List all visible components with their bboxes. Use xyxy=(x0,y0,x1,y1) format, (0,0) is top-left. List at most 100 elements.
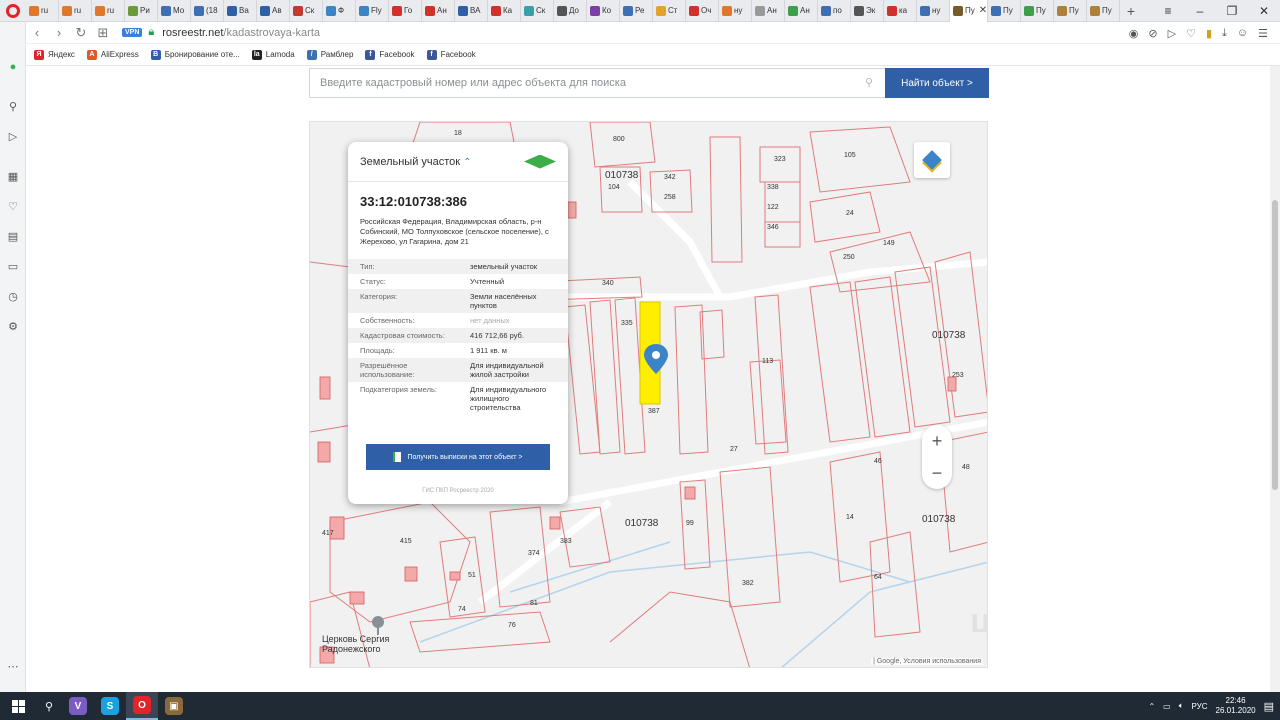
taskbar-app[interactable]: S xyxy=(94,692,126,720)
back-icon[interactable]: ‹ xyxy=(26,25,48,40)
browser-tab[interactable]: по xyxy=(818,0,851,22)
browser-tab[interactable]: ВА xyxy=(455,0,488,22)
taskbar-search-icon[interactable]: ⚲ xyxy=(36,700,62,713)
scrollbar-thumb[interactable] xyxy=(1272,200,1278,490)
collapse-caret-icon[interactable]: ⌃ xyxy=(463,157,471,168)
bookmark-item[interactable]: f Facebook xyxy=(426,49,476,60)
browser-tab[interactable]: ну xyxy=(719,0,752,22)
download-icon[interactable]: ⤓ xyxy=(1222,27,1227,40)
browser-tab[interactable]: Ан xyxy=(422,0,455,22)
vpn-badge[interactable]: VPN xyxy=(122,28,143,37)
browser-tab[interactable]: Пу xyxy=(1021,0,1054,22)
browser-tab[interactable]: Пу xyxy=(988,0,1021,22)
taskbar-app[interactable]: O xyxy=(126,692,158,720)
browser-tab[interactable]: Пу xyxy=(1054,0,1087,22)
browser-tab[interactable]: ru xyxy=(26,0,59,22)
tray-chevron-icon[interactable]: ⌃ xyxy=(1148,702,1155,711)
clock[interactable]: 22:46 26.01.2020 xyxy=(1216,696,1256,716)
easy-setup-icon[interactable]: ☰ xyxy=(1258,27,1268,40)
camera-icon[interactable]: ◉ xyxy=(1129,27,1139,40)
cadastral-map[interactable]: 18 800 010738 104 342 258 323 105 338 12… xyxy=(309,121,988,668)
bookmark-item[interactable]: Я Яндекс xyxy=(34,49,75,60)
opera-menu-icon[interactable] xyxy=(0,0,26,22)
news-icon[interactable]: ▤ xyxy=(6,230,20,244)
browser-tab[interactable]: Мо xyxy=(158,0,191,22)
page-scrollbar[interactable] xyxy=(1270,66,1280,692)
grid-icon[interactable]: ⊞ xyxy=(92,25,114,41)
language-indicator[interactable]: РУС xyxy=(1192,702,1208,711)
browser-tab[interactable]: Ст xyxy=(653,0,686,22)
more-icon[interactable]: ⋯ xyxy=(6,660,20,674)
history-icon[interactable]: ◷ xyxy=(6,290,20,304)
bookmark-item[interactable]: A AliExpress xyxy=(86,49,139,60)
tab-label: Ан xyxy=(800,6,810,15)
forward-icon[interactable]: › xyxy=(48,25,70,40)
layers-button[interactable] xyxy=(914,142,950,178)
share-icon[interactable]: ▷ xyxy=(1168,27,1176,40)
browser-tab[interactable]: Ан xyxy=(752,0,785,22)
close-tab-icon[interactable]: ✕ xyxy=(979,5,987,16)
close-window-icon[interactable]: ✕ xyxy=(1248,4,1280,18)
browser-tab[interactable]: ru xyxy=(92,0,125,22)
browser-tab[interactable]: Пу ✕ xyxy=(950,0,988,22)
volume-icon[interactable]: 🔈︎ xyxy=(1179,701,1184,711)
extension-icon[interactable]: ▮ xyxy=(1206,27,1212,40)
reload-icon[interactable]: ↻ xyxy=(70,25,92,41)
browser-tab[interactable]: Ко xyxy=(587,0,620,22)
speed-dial-icon[interactable]: ▦ xyxy=(6,170,20,184)
start-button[interactable] xyxy=(0,692,36,720)
zoom-in-button[interactable]: + xyxy=(922,425,952,457)
url-field[interactable]: rosreestr.net/kadastrovaya-karta xyxy=(162,27,320,39)
bookmark-item[interactable]: B Бронирование оте... xyxy=(150,49,240,60)
url-domain: rosreestr.net xyxy=(162,26,224,39)
browser-tab[interactable]: Ри xyxy=(125,0,158,22)
profile-icon[interactable]: ☺ xyxy=(1237,27,1248,39)
send-icon[interactable]: ▷ xyxy=(6,130,20,144)
browser-tab[interactable]: Ре xyxy=(620,0,653,22)
taskbar-app[interactable]: ▣ xyxy=(158,692,190,720)
browser-tabstrip: ru ru ru Ри Мо (18 Ва Ав Ск Ф Fly Го Ан ВА Ка Ск До Ко Ре С… xyxy=(0,0,1280,22)
map-attribution[interactable]: | Google, Условия использования xyxy=(871,658,983,665)
browser-tab[interactable]: Ва xyxy=(224,0,257,22)
browser-tab[interactable]: Ск xyxy=(521,0,554,22)
browser-tab[interactable]: ну xyxy=(917,0,950,22)
tab-label: ru xyxy=(107,6,115,15)
tab-menu-icon[interactable]: ≡ xyxy=(1152,4,1184,18)
network-icon[interactable]: ▭ xyxy=(1163,702,1171,711)
adblock-icon[interactable]: ⊘ xyxy=(1148,27,1157,40)
browser-tab[interactable]: (18 xyxy=(191,0,224,22)
browser-tab[interactable]: Го xyxy=(389,0,422,22)
taskbar-app[interactable]: V xyxy=(62,692,94,720)
new-tab-icon[interactable]: + xyxy=(1120,3,1142,19)
bookmark-heart-icon[interactable]: ♡ xyxy=(1186,27,1196,40)
browser-tab[interactable]: Пу xyxy=(1087,0,1120,22)
bookmark-item[interactable]: / Рамблер xyxy=(306,49,353,60)
browser-tab[interactable]: Ск xyxy=(290,0,323,22)
browser-tab[interactable]: ка xyxy=(884,0,917,22)
maximize-icon[interactable]: ❐ xyxy=(1216,4,1248,18)
browser-tab[interactable]: Ка xyxy=(488,0,521,22)
browser-tab[interactable]: Ф xyxy=(323,0,356,22)
search-input[interactable] xyxy=(309,68,885,98)
browser-tab[interactable]: ru xyxy=(59,0,92,22)
heart-icon[interactable]: ♡ xyxy=(6,200,20,214)
find-object-button[interactable]: Найти объект > xyxy=(885,68,989,98)
minimize-icon[interactable]: – xyxy=(1184,4,1216,18)
bookmark-item[interactable]: f Facebook xyxy=(365,49,415,60)
browser-tab[interactable]: До xyxy=(554,0,587,22)
snapshot-icon[interactable]: ▭ xyxy=(6,260,20,274)
zoom-out-button[interactable]: − xyxy=(922,457,952,489)
browser-tab[interactable]: Эк xyxy=(851,0,884,22)
browser-tab[interactable]: Fly xyxy=(356,0,389,22)
browser-tab[interactable]: Ав xyxy=(257,0,290,22)
lock-icon[interactable]: 🔒︎ xyxy=(148,26,154,39)
get-extracts-button[interactable]: Получить выписки на этот объект > xyxy=(366,444,550,470)
search-icon[interactable]: ⚲ xyxy=(6,100,20,114)
settings-icon[interactable]: ⚙ xyxy=(6,320,20,334)
bookmark-item[interactable]: la Lamoda xyxy=(251,49,295,60)
whatsapp-icon[interactable]: ● xyxy=(6,60,20,74)
browser-tab[interactable]: Оч xyxy=(686,0,719,22)
browser-tab[interactable]: Ан xyxy=(785,0,818,22)
card-header[interactable]: Земельный участок ⌃ xyxy=(348,142,568,182)
notifications-icon[interactable]: ▤ xyxy=(1264,700,1274,713)
